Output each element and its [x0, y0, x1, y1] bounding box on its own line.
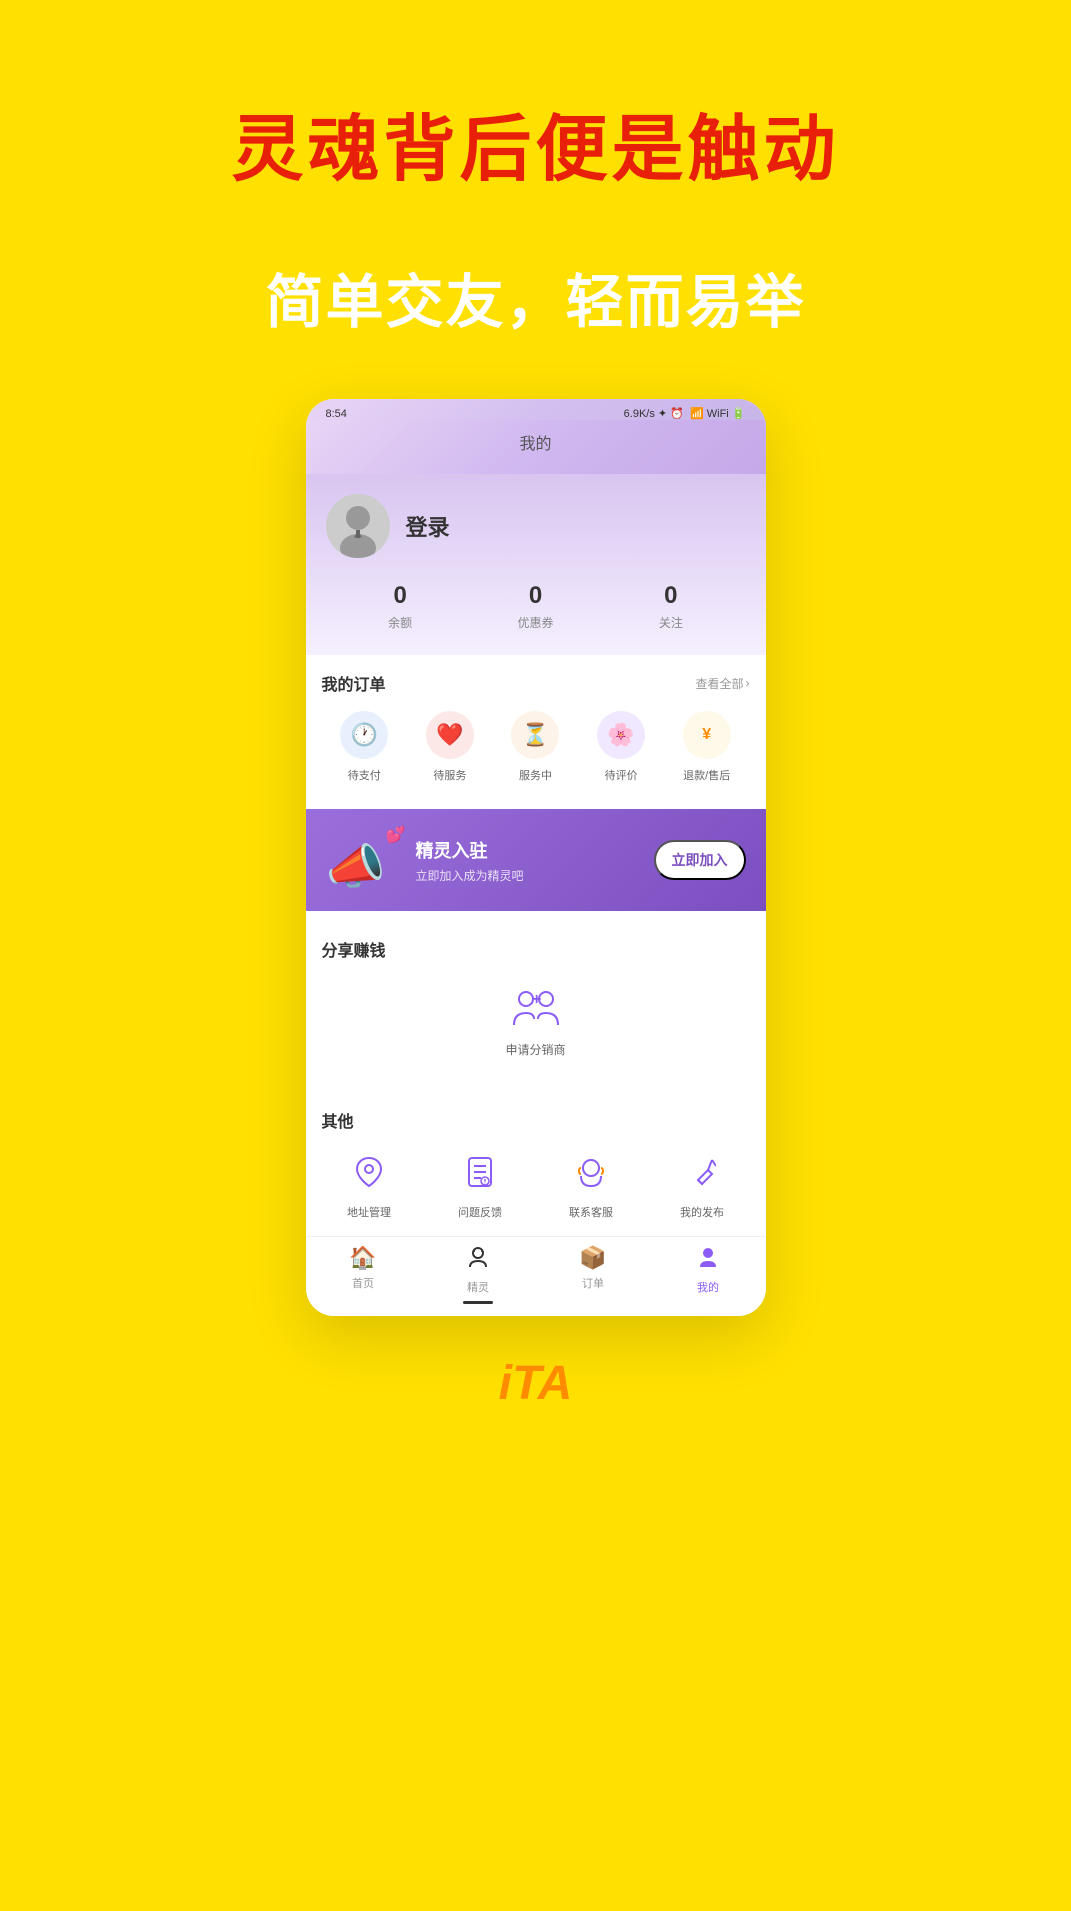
order-pending-payment-label: 待支付 — [348, 767, 381, 783]
banner-text: 精灵入驻 立即加入成为精灵吧 — [416, 837, 654, 884]
address-label: 地址管理 — [347, 1204, 391, 1220]
profile-row[interactable]: 登录 — [326, 494, 450, 558]
other-header: 其他 — [322, 1108, 750, 1132]
app-header: 我的 — [306, 420, 766, 474]
order-refund-label: 退款/售后 — [683, 767, 730, 783]
order-in-service[interactable]: ⏳ 服务中 — [511, 711, 559, 783]
spirit-banner[interactable]: 💕 📣 精灵入驻 立即加入成为精灵吧 立即加入 — [306, 809, 766, 911]
share-distributor-icon: + — [512, 985, 560, 1033]
spirit-icon — [466, 1245, 490, 1275]
other-section: 其他 地址管理 — [306, 1092, 766, 1236]
nav-spirit[interactable]: 精灵 — [421, 1245, 536, 1304]
app-header-title: 我的 — [519, 436, 551, 453]
stat-balance-value: 0 — [393, 582, 406, 610]
banner-main-text: 精灵入驻 — [416, 837, 654, 863]
orders-section: 我的订单 查看全部 › 🕐 待支付 ❤️ 待服务 ⏳ 服务中 🌸 待评价 — [306, 655, 766, 799]
stat-follow-value: 0 — [664, 582, 677, 610]
other-grid: 地址管理 问题反馈 — [322, 1148, 750, 1220]
order-pending-payment-icon: 🕐 — [340, 711, 388, 759]
mine-icon — [696, 1245, 720, 1275]
bottom-nav: 🏠 首页 精灵 📦 订单 — [306, 1236, 766, 1316]
nav-mine-label: 我的 — [697, 1279, 719, 1295]
stat-coupon-label: 优惠券 — [517, 614, 553, 631]
banner-hearts-icon: 💕 — [386, 825, 406, 845]
order-pending-review-icon: 🌸 — [597, 711, 645, 759]
order-pending-review[interactable]: 🌸 待评价 — [597, 711, 645, 783]
profile-section: 登录 0 余额 0 优惠券 0 关注 — [306, 474, 766, 655]
orders-icon: 📦 — [579, 1245, 606, 1271]
nav-home[interactable]: 🏠 首页 — [306, 1245, 421, 1304]
stat-coupon-value: 0 — [529, 582, 542, 610]
avatar[interactable] — [326, 494, 390, 558]
share-distributor[interactable]: + 申请分销商 — [322, 977, 750, 1066]
bottom-area: iTA — [499, 1356, 573, 1411]
svg-text:+: + — [532, 991, 541, 1008]
status-bar: 8:54 6.9K/s ✦ ⏰ 📶 WiFi 🔋 — [306, 399, 766, 420]
address-icon — [345, 1148, 393, 1196]
phone-mockup: 8:54 6.9K/s ✦ ⏰ 📶 WiFi 🔋 我的 登录 0 — [306, 399, 766, 1316]
nav-orders[interactable]: 📦 订单 — [536, 1245, 651, 1304]
my-publish-label: 我的发布 — [680, 1204, 724, 1220]
banner-join-button[interactable]: 立即加入 — [654, 840, 746, 880]
other-my-publish[interactable]: 我的发布 — [655, 1148, 750, 1220]
banner-icon-area: 💕 📣 — [326, 825, 406, 895]
stat-coupon: 0 优惠券 — [517, 582, 553, 631]
orders-view-all[interactable]: 查看全部 › — [695, 675, 749, 692]
banner-megaphone-icon: 📣 — [326, 838, 386, 895]
feedback-label: 问题反馈 — [458, 1204, 502, 1220]
share-section: 分享赚钱 + 申请分销商 — [306, 921, 766, 1082]
order-pending-payment[interactable]: 🕐 待支付 — [340, 711, 388, 783]
share-distributor-label: 申请分销商 — [505, 1041, 565, 1058]
other-feedback[interactable]: 问题反馈 — [433, 1148, 528, 1220]
share-header: 分享赚钱 — [322, 937, 750, 961]
banner-sub-text: 立即加入成为精灵吧 — [416, 867, 654, 884]
orders-row: 🕐 待支付 ❤️ 待服务 ⏳ 服务中 🌸 待评价 ¥ 退款/售后 — [322, 711, 750, 783]
other-address[interactable]: 地址管理 — [322, 1148, 417, 1220]
app-logo: iTA — [499, 1356, 573, 1411]
order-pending-service-label: 待服务 — [433, 767, 466, 783]
my-publish-icon — [678, 1148, 726, 1196]
other-title: 其他 — [322, 1108, 354, 1132]
customer-service-icon — [567, 1148, 615, 1196]
orders-header: 我的订单 查看全部 › — [322, 671, 750, 695]
order-refund-icon: ¥ — [683, 711, 731, 759]
nav-mine[interactable]: 我的 — [651, 1245, 766, 1304]
status-icons: 6.9K/s ✦ ⏰ 📶 WiFi 🔋 — [624, 407, 746, 420]
order-pending-review-label: 待评价 — [605, 767, 638, 783]
order-refund[interactable]: ¥ 退款/售后 — [683, 711, 731, 783]
nav-spirit-underline — [463, 1301, 493, 1304]
customer-service-label: 联系客服 — [569, 1204, 613, 1220]
order-in-service-label: 服务中 — [519, 767, 552, 783]
orders-title: 我的订单 — [322, 671, 386, 695]
order-pending-service-icon: ❤️ — [426, 711, 474, 759]
order-pending-service[interactable]: ❤️ 待服务 — [426, 711, 474, 783]
stat-balance-label: 余额 — [388, 614, 412, 631]
hero-subtitle: 简单交友，轻而易举 — [265, 255, 805, 339]
home-icon: 🏠 — [349, 1245, 376, 1271]
stats-row: 0 余额 0 优惠券 0 关注 — [326, 582, 746, 631]
stat-follow-label: 关注 — [659, 614, 683, 631]
hero-title: 灵魂背后便是触动 — [231, 90, 839, 195]
nav-orders-label: 订单 — [582, 1275, 604, 1291]
feedback-icon — [456, 1148, 504, 1196]
order-in-service-icon: ⏳ — [511, 711, 559, 759]
nav-home-label: 首页 — [352, 1275, 374, 1291]
login-button[interactable]: 登录 — [406, 510, 450, 542]
status-time: 8:54 — [326, 408, 347, 420]
nav-spirit-label: 精灵 — [467, 1279, 489, 1295]
share-title: 分享赚钱 — [322, 937, 386, 961]
stat-follow: 0 关注 — [659, 582, 683, 631]
other-customer-service[interactable]: 联系客服 — [544, 1148, 639, 1220]
stat-balance: 0 余额 — [388, 582, 412, 631]
